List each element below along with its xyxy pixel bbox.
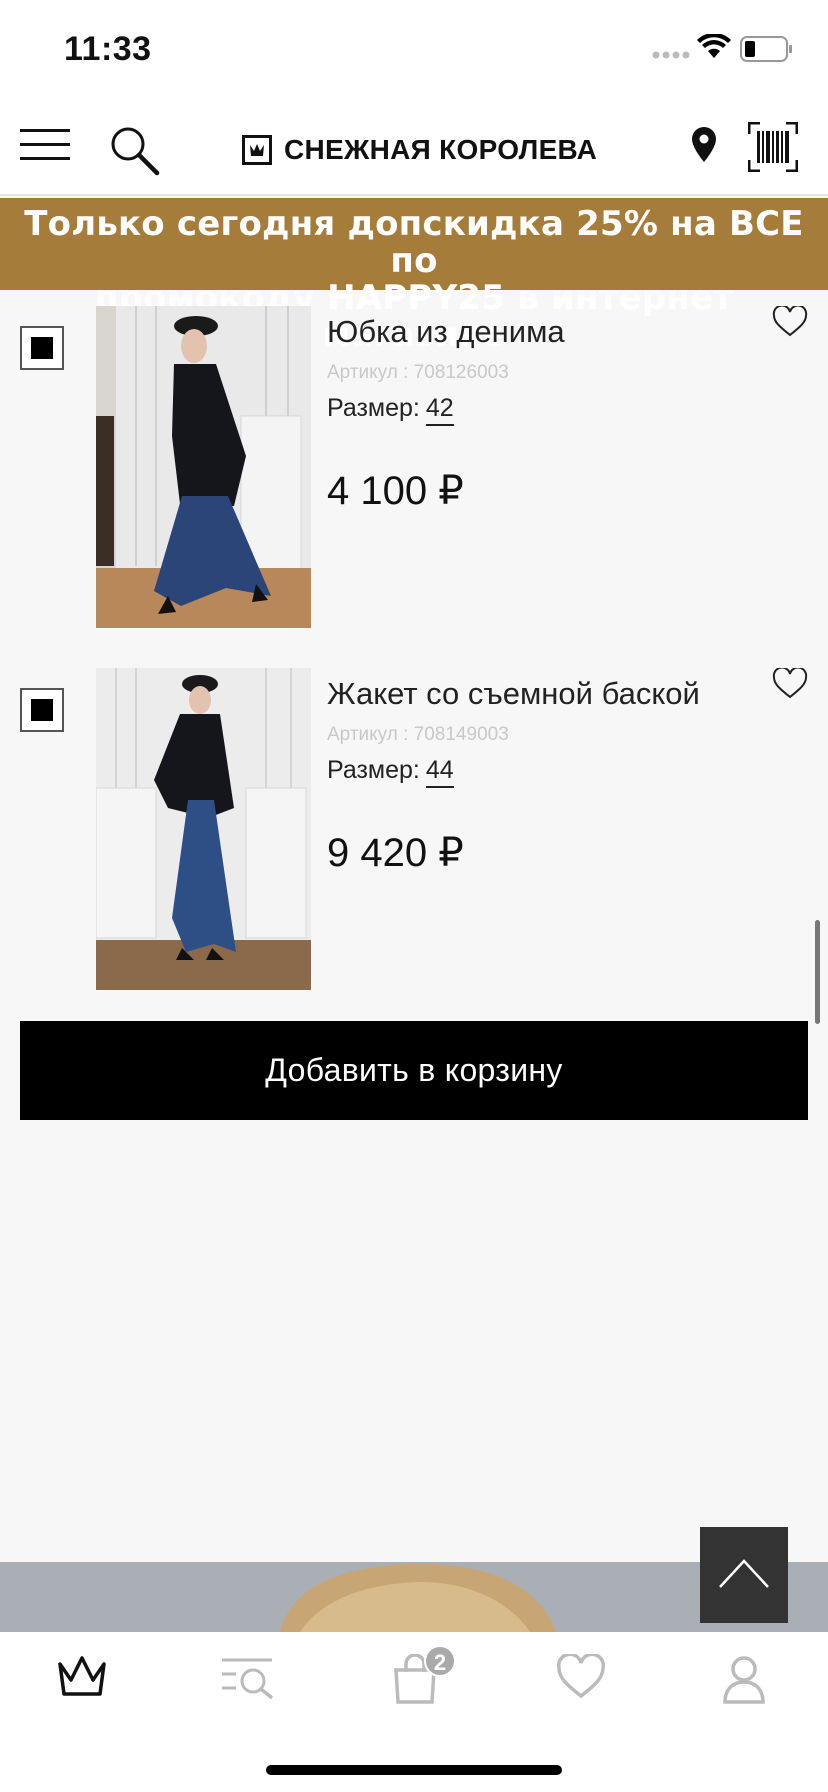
item-size: Размер: 42 [327,394,454,426]
battery-icon [740,36,792,62]
brand-name: СНЕЖНАЯ КОРОЛЕВА [284,134,598,165]
item-name[interactable]: Юбка из денима [327,314,565,350]
product-photo[interactable] [96,306,311,628]
profile-icon[interactable] [722,1654,766,1704]
scrollbar-thumb[interactable] [815,920,820,1024]
status-time: 11:33 [64,30,152,68]
crown-logo-icon [242,135,272,165]
add-to-cart-button[interactable]: Добавить в корзину [20,1021,808,1120]
barcode-scanner-icon[interactable] [748,122,798,172]
chevron-up-icon [719,1559,769,1588]
hamburger-menu-icon[interactable] [20,128,70,162]
crown-home-icon[interactable] [56,1654,108,1700]
cellular-signal-icon [652,51,690,59]
item-checkbox[interactable] [20,326,64,370]
status-bar: 11:33 [0,0,828,96]
size-label: Размер: [327,756,420,784]
brand-logo[interactable]: СНЕЖНАЯ КОРОЛЕВА [242,132,597,168]
cart-item: Юбка из денима Артикул : 708126003 Разме… [0,306,828,636]
item-name[interactable]: Жакет со съемной баской [327,676,700,712]
favorite-heart-icon[interactable] [772,668,808,700]
scroll-to-top-button[interactable] [700,1527,788,1623]
promo-line-1: Только сегодня допскидка 25% на ВСЕ по [24,204,804,281]
item-price: 9 420 ₽ [327,831,464,875]
cart-item: Жакет со съемной баской Артикул : 708149… [0,668,828,998]
item-article: Артикул : 708126003 [327,362,509,383]
item-article: Артикул : 708149003 [327,724,509,745]
item-price: 4 100 ₽ [327,469,464,513]
product-photo[interactable] [96,668,311,990]
size-label: Размер: [327,394,420,422]
wifi-icon [697,34,731,58]
favorite-heart-icon[interactable] [772,306,808,338]
favorites-heart-icon[interactable] [556,1654,606,1700]
home-indicator [266,1765,562,1775]
app-header: СНЕЖНАЯ КОРОЛЕВА [0,96,828,196]
item-size: Размер: 44 [327,756,454,788]
size-value[interactable]: 42 [425,394,454,426]
catalog-search-icon[interactable] [220,1654,276,1700]
size-value[interactable]: 44 [425,756,454,788]
item-checkbox[interactable] [20,688,64,732]
location-pin-icon[interactable] [690,126,718,164]
search-icon[interactable] [110,126,160,176]
promo-banner[interactable]: Только сегодня допскидка 25% на ВСЕ по п… [0,198,828,354]
cart-count-badge: 2 [424,1645,456,1677]
